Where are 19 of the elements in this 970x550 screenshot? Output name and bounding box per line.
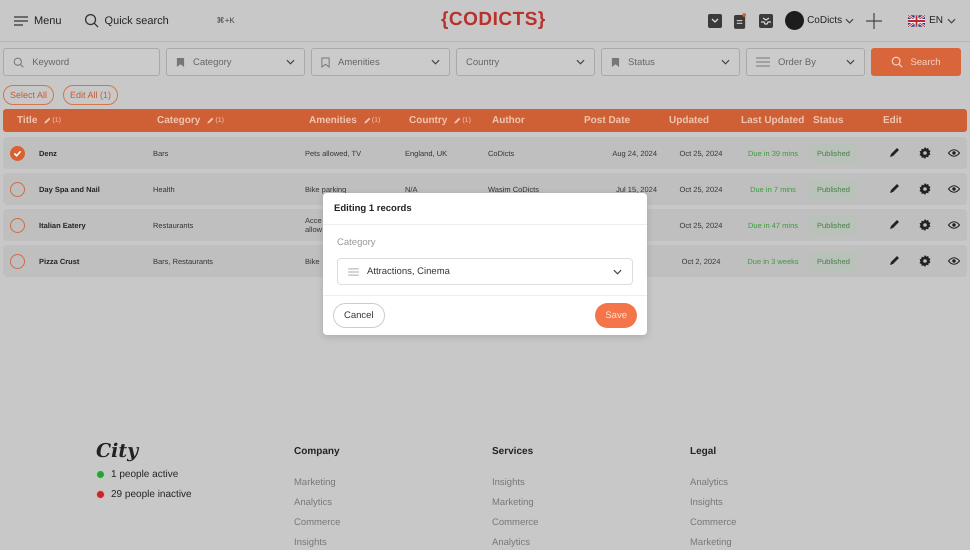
column-header: Author xyxy=(492,115,525,126)
footer-heading: Services xyxy=(492,446,534,457)
column-header: Post Date xyxy=(584,115,630,126)
column-header: Title xyxy=(17,115,38,126)
footer-heading: Legal xyxy=(690,446,718,457)
column-header: Edit xyxy=(883,115,902,126)
people-count: 29 people inactive xyxy=(111,489,192,500)
column-header: Category xyxy=(157,115,200,126)
column-header: Updated xyxy=(669,115,709,126)
column-header: Last Updated xyxy=(741,115,804,126)
column-header: Country xyxy=(409,115,448,126)
footer-logo: City xyxy=(96,440,140,462)
dialog-title: Editing 1 records xyxy=(323,193,647,225)
column-header: Status xyxy=(813,115,844,126)
keyboard-shortcut: ⌘+K xyxy=(216,16,235,25)
column-header: Amenities xyxy=(309,115,357,126)
people-count: 1 people active xyxy=(111,469,178,480)
footer-heading: Company xyxy=(294,446,341,457)
field-label: Category xyxy=(337,237,377,248)
